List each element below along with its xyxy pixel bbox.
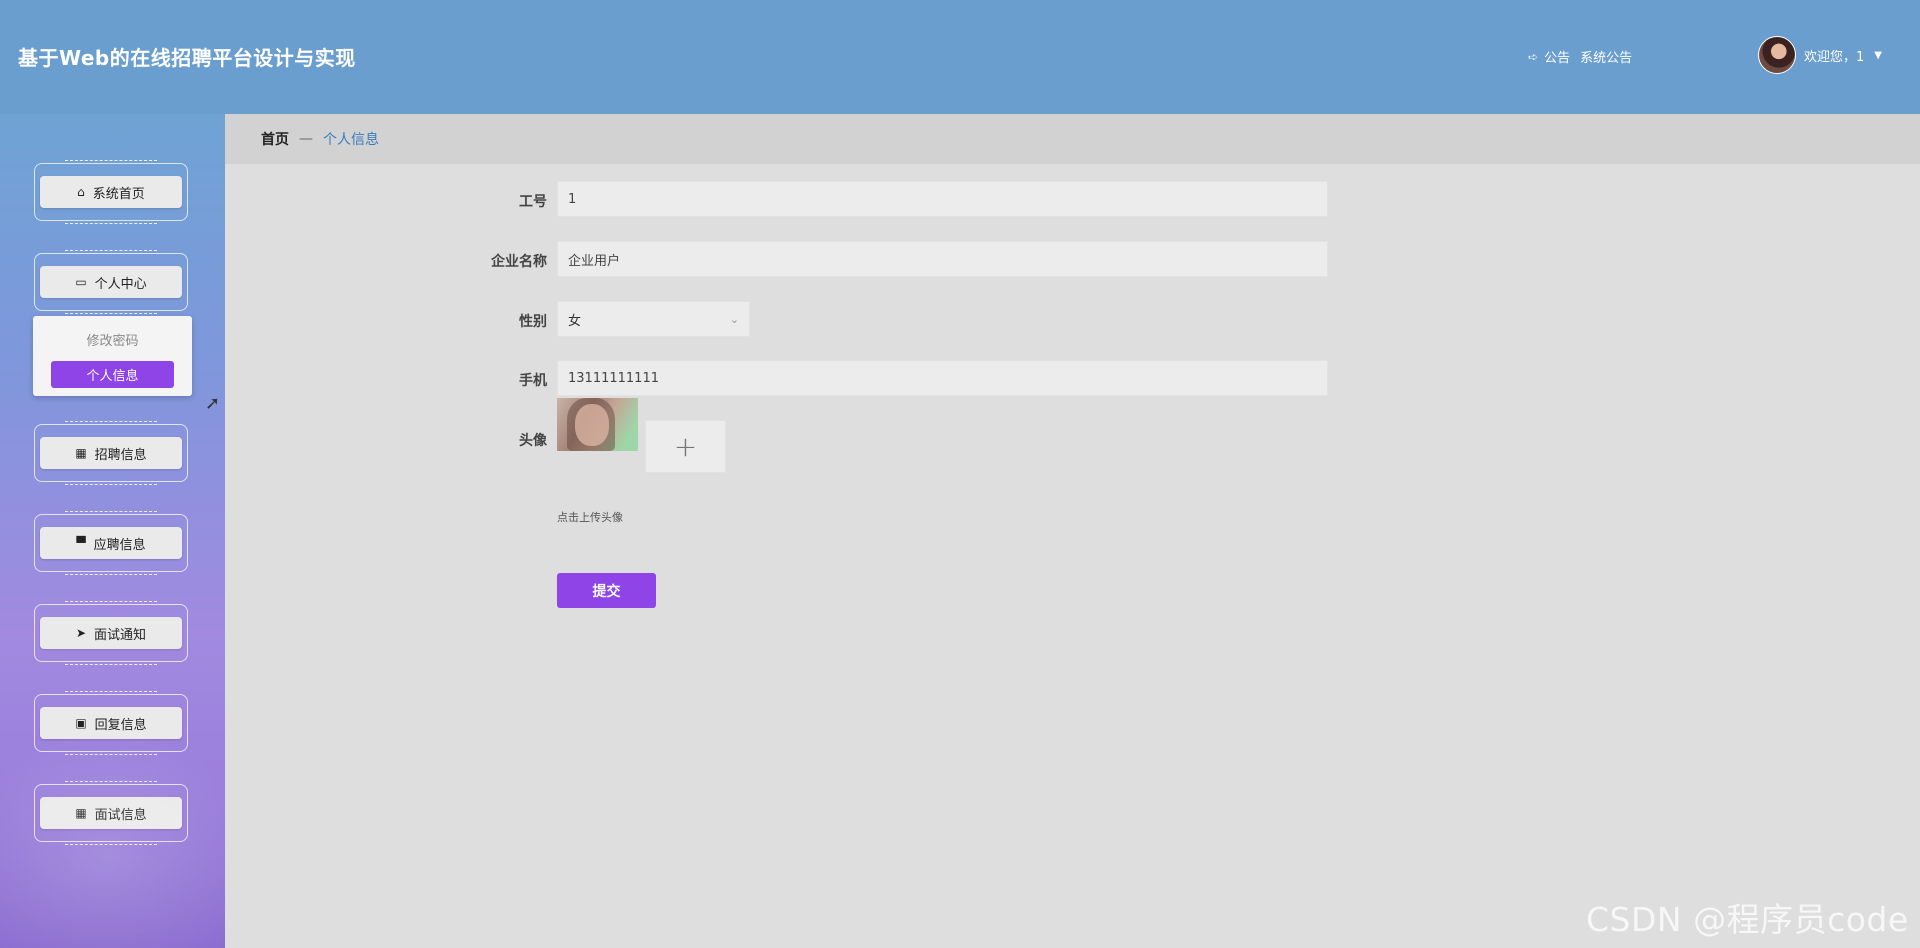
- sidebar: ⌂ 系统首页 ▭ 个人中心 ▦ 招聘信息 ▀ 应聘信息 ➤ 面试通知 ▣ 回复信…: [0, 114, 225, 948]
- notice-label[interactable]: 公告: [1544, 47, 1570, 66]
- employee-id-label: 工号: [519, 194, 547, 210]
- monitor-icon: ▀: [76, 536, 86, 550]
- breadcrumb: 首页 — 个人信息: [225, 114, 1920, 164]
- megaphone-icon: ➪: [1528, 49, 1539, 64]
- employee-id-field[interactable]: 1: [557, 181, 1328, 217]
- chevron-down-icon[interactable]: ▼: [1874, 50, 1882, 61]
- grid-icon: ▦: [75, 806, 87, 820]
- sidebar-button-recruitment[interactable]: ▦ 招聘信息: [40, 437, 182, 469]
- gender-select[interactable]: 女 ⌄: [557, 301, 750, 337]
- sidebar-item-label: 个人中心: [94, 276, 147, 292]
- system-notice-link[interactable]: 系统公告: [1580, 47, 1632, 66]
- sidebar-button-applications[interactable]: ▀ 应聘信息: [40, 527, 182, 559]
- grid-icon: ▦: [75, 446, 87, 460]
- sidebar-item-recruitment[interactable]: ▦ 招聘信息: [34, 421, 188, 485]
- gender-label: 性别: [519, 314, 547, 330]
- paper-plane-icon: ➤: [75, 626, 87, 640]
- sidebar-item-label: 面试通知: [94, 627, 147, 643]
- window-icon: ▭: [75, 275, 87, 289]
- upload-avatar-button[interactable]: +: [645, 420, 726, 473]
- sidebar-item-label: 应聘信息: [93, 537, 146, 553]
- sidebar-item-replies[interactable]: ▣ 回复信息: [34, 691, 188, 755]
- watermark: CSDN @程序员code: [1586, 900, 1909, 939]
- phone-label: 手机: [519, 373, 547, 389]
- sidebar-item-label: 面试信息: [94, 807, 147, 823]
- sidebar-button-interview-notice[interactable]: ➤ 面试通知: [40, 617, 182, 649]
- avatar-face-shape: [575, 404, 609, 446]
- home-icon: ⌂: [77, 185, 85, 199]
- app-title: 基于Web的在线招聘平台设计与实现: [18, 46, 356, 70]
- sidebar-button-replies[interactable]: ▣ 回复信息: [40, 707, 182, 739]
- breadcrumb-home[interactable]: 首页: [261, 129, 289, 149]
- breadcrumb-separator: —: [299, 131, 313, 147]
- sidebar-item-label: 系统首页: [92, 186, 145, 202]
- welcome-text: 欢迎您，1: [1804, 49, 1865, 65]
- mouse-cursor-icon: ➚: [205, 393, 221, 414]
- upload-hint: 点击上传头像: [557, 511, 623, 524]
- user-menu[interactable]: 欢迎您，1 ▼: [1758, 36, 1882, 74]
- phone-field[interactable]: 13111111111: [557, 360, 1328, 396]
- sidebar-button-interview-info[interactable]: ▦ 面试信息: [40, 797, 182, 829]
- sidebar-item-personal-center[interactable]: ▭ 个人中心: [34, 250, 188, 314]
- top-header: 基于Web的在线招聘平台设计与实现 ➪ 公告 系统公告 欢迎您，1 ▼: [0, 0, 1920, 114]
- submenu-change-password[interactable]: 修改密码: [33, 330, 192, 349]
- plus-icon: +: [673, 430, 698, 463]
- avatar[interactable]: [1758, 36, 1796, 74]
- company-name-field[interactable]: 企业用户: [557, 241, 1328, 277]
- sidebar-item-applications[interactable]: ▀ 应聘信息: [34, 511, 188, 575]
- breadcrumb-current: 个人信息: [323, 132, 379, 148]
- submit-button[interactable]: 提交: [557, 573, 656, 608]
- menu-frame: [34, 781, 188, 845]
- sidebar-item-interview-info[interactable]: ▦ 面试信息: [34, 781, 188, 845]
- notice-area[interactable]: ➪ 公告 系统公告: [1528, 47, 1632, 67]
- personal-center-submenu: 修改密码 个人信息: [33, 316, 192, 396]
- sidebar-item-label: 招聘信息: [94, 447, 147, 463]
- sidebar-item-interview-notice[interactable]: ➤ 面试通知: [34, 601, 188, 665]
- gender-selected-value: 女: [568, 313, 582, 329]
- sidebar-button-personal-center[interactable]: ▭ 个人中心: [40, 266, 182, 298]
- avatar-label: 头像: [519, 433, 547, 449]
- company-name-label: 企业名称: [491, 254, 547, 270]
- clipboard-icon: ▣: [75, 716, 87, 730]
- submenu-personal-info[interactable]: 个人信息: [51, 361, 174, 388]
- avatar-preview-image[interactable]: [557, 398, 638, 451]
- sidebar-button-home[interactable]: ⌂ 系统首页: [40, 176, 182, 208]
- sidebar-item-label: 回复信息: [94, 717, 147, 733]
- sidebar-item-home[interactable]: ⌂ 系统首页: [34, 160, 188, 224]
- chevron-down-icon: ⌄: [729, 312, 739, 326]
